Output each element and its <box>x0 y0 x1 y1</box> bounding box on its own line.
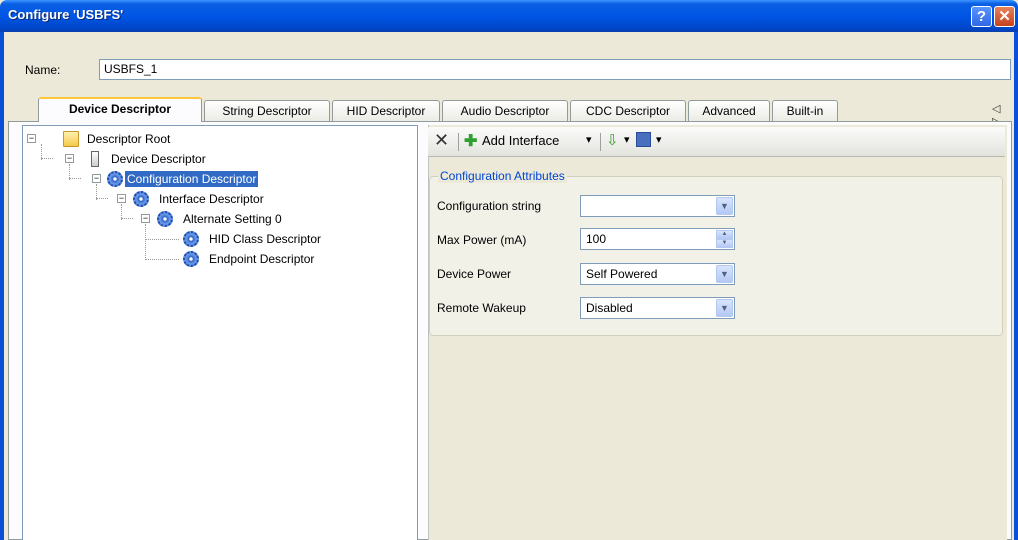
tree-item-label: Device Descriptor <box>111 152 206 166</box>
folder-icon <box>63 131 79 147</box>
collapse-icon[interactable]: − <box>117 194 126 203</box>
gear-icon <box>133 191 149 207</box>
add-interface-button[interactable]: Add Interface <box>482 133 559 148</box>
chevron-down-icon[interactable]: ▼ <box>716 197 733 215</box>
delete-icon[interactable]: ✕ <box>434 130 449 151</box>
save-icon[interactable] <box>636 132 651 147</box>
collapse-icon[interactable]: − <box>27 134 36 143</box>
tree-item-label: Alternate Setting 0 <box>183 212 282 226</box>
import-icon[interactable]: ⇩ <box>606 131 619 149</box>
gear-icon <box>183 231 199 247</box>
tree-item-label: Interface Descriptor <box>159 192 264 206</box>
tab-hid-descriptor[interactable]: HID Descriptor <box>332 100 440 121</box>
device-power-label: Device Power <box>437 267 512 281</box>
tab-string-descriptor[interactable]: String Descriptor <box>204 100 330 121</box>
name-field[interactable]: USBFS_1 <box>99 59 1011 80</box>
gear-icon <box>183 251 199 267</box>
device-power-select[interactable]: Self Powered ▼ <box>580 263 735 285</box>
import-dropdown[interactable]: ▾ <box>624 133 630 146</box>
tab-audio-descriptor[interactable]: Audio Descriptor <box>442 100 568 121</box>
chevron-down-icon[interactable]: ▼ <box>716 299 733 317</box>
collapse-icon[interactable]: − <box>92 174 101 183</box>
title-bar[interactable]: Configure 'USBFS' ? ✕ <box>0 0 1018 32</box>
configuration-string-label: Configuration string <box>437 199 542 213</box>
max-power-stepper[interactable]: 100 ▲ ▼ <box>580 228 735 250</box>
descriptor-tree[interactable]: − Descriptor Root − Device Descriptor − … <box>22 125 418 540</box>
remote-wakeup-label: Remote Wakeup <box>437 301 526 315</box>
tab-advanced[interactable]: Advanced <box>688 100 770 121</box>
tree-item-descriptor-root[interactable]: − Descriptor Root <box>23 129 413 149</box>
window-border-left <box>0 32 4 540</box>
configuration-string-select[interactable]: ▼ <box>580 195 735 217</box>
configuration-attributes-title: Configuration Attributes <box>438 169 567 183</box>
tree-item-configuration-descriptor[interactable]: − Configuration Descriptor <box>23 169 413 189</box>
remote-wakeup-select[interactable]: Disabled ▼ <box>580 297 735 319</box>
help-button[interactable]: ? <box>971 6 992 27</box>
tree-item-alternate-setting-0[interactable]: − Alternate Setting 0 <box>23 209 413 229</box>
tree-item-hid-class-descriptor[interactable]: HID Class Descriptor <box>23 229 413 249</box>
add-interface-dropdown[interactable]: ▾ <box>586 133 592 146</box>
tree-item-endpoint-descriptor[interactable]: Endpoint Descriptor <box>23 249 413 269</box>
tree-item-label: Configuration Descriptor <box>125 171 259 187</box>
gear-icon <box>157 211 173 227</box>
tree-item-device-descriptor[interactable]: − Device Descriptor <box>23 149 413 169</box>
tab-device-descriptor[interactable]: Device Descriptor <box>38 97 202 122</box>
tree-item-label: Descriptor Root <box>87 132 171 146</box>
tab-built-in[interactable]: Built-in <box>772 100 838 121</box>
max-power-label: Max Power (mA) <box>437 233 527 247</box>
tab-cdc-descriptor[interactable]: CDC Descriptor <box>570 100 686 121</box>
collapse-icon[interactable]: − <box>141 214 150 223</box>
close-button[interactable]: ✕ <box>994 6 1015 27</box>
tree-item-label: Endpoint Descriptor <box>209 252 315 266</box>
window-title: Configure 'USBFS' <box>8 7 124 22</box>
add-icon[interactable]: ✚ <box>464 131 477 151</box>
tab-strip: Device Descriptor String Descriptor HID … <box>8 96 1012 128</box>
tree-item-interface-descriptor[interactable]: − Interface Descriptor <box>23 189 413 209</box>
descriptor-toolbar: ✕ ✚ Add Interface ▾ ⇩ ▾ ▾ <box>428 127 1005 157</box>
name-label: Name: <box>25 63 61 77</box>
chevron-down-icon[interactable]: ▼ <box>716 265 733 283</box>
gear-icon <box>107 171 123 187</box>
tree-item-label: HID Class Descriptor <box>209 232 322 246</box>
spinner-icon[interactable]: ▲ ▼ <box>716 230 733 248</box>
collapse-icon[interactable]: − <box>65 154 74 163</box>
usb-device-icon <box>91 151 99 167</box>
save-dropdown[interactable]: ▾ <box>656 133 662 146</box>
window-border-right <box>1014 32 1018 540</box>
